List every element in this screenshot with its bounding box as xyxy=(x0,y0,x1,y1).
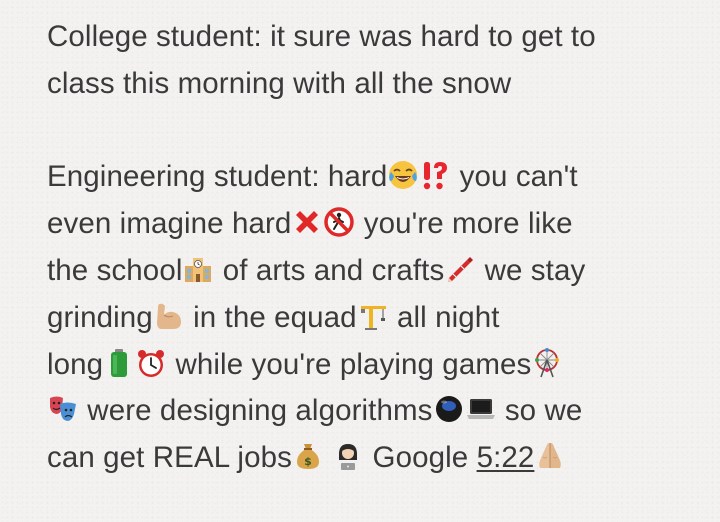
note-text-segment: Google xyxy=(372,441,469,475)
cross-mark-icon xyxy=(291,206,323,238)
note-line: College student: it sure was hard to get… xyxy=(47,14,687,61)
note-text-segment: class this morning with all the snow xyxy=(47,66,512,100)
battery-icon xyxy=(103,347,135,379)
time-link[interactable]: 5:22 xyxy=(477,441,535,474)
note-text-segment: in the equad xyxy=(193,300,357,334)
note-text-segment: long xyxy=(47,347,104,381)
note-text-segment: grinding xyxy=(47,300,153,334)
exclamation-question-icon xyxy=(419,159,451,191)
crayon-icon xyxy=(444,253,476,285)
flexed-biceps-icon xyxy=(153,300,185,332)
note-text-segment: College student: it sure was hard to get… xyxy=(47,20,596,53)
performing-arts-icon xyxy=(47,393,79,425)
note-text-segment: so we xyxy=(504,394,583,428)
note-text-segment: can get REAL jobs xyxy=(47,441,292,475)
magic-8-ball-icon xyxy=(433,393,465,425)
note-text-segment: you can't xyxy=(459,160,578,194)
money-bag-icon: $ xyxy=(292,440,324,472)
note-line: can get REAL jobs $ Google 5:22 xyxy=(47,435,687,482)
note-line: class this morning with all the snow xyxy=(47,61,687,108)
folded-hands-icon xyxy=(534,440,566,472)
note-text-segment: were designing algorithms xyxy=(87,394,433,428)
note-text-segment: even imagine hard xyxy=(47,207,292,241)
note-text-segment: of arts and crafts xyxy=(222,253,445,287)
note-line: Engineering student: hard you can't xyxy=(47,154,687,201)
note-text-segment: we stay xyxy=(484,253,586,287)
no-pedestrians-icon xyxy=(323,206,355,238)
crane-icon xyxy=(357,300,389,332)
note-text: College student: it sure was hard to get… xyxy=(47,14,687,482)
note-text-segment: the school xyxy=(47,253,183,287)
face-with-tears-of-joy-icon xyxy=(387,159,419,191)
note-line: the school of arts and crafts we stay xyxy=(47,248,687,295)
note-line: were designing algorithms so we xyxy=(47,388,687,435)
note-line: even imagine hard you're more like xyxy=(47,201,687,248)
note-text-segment: all night xyxy=(396,300,500,334)
note-text-segment: while you're playing games xyxy=(175,347,532,381)
school-icon xyxy=(182,253,214,285)
laptop-icon xyxy=(465,393,497,425)
note-text-segment: you're more like xyxy=(363,207,573,241)
ferris-wheel-icon xyxy=(531,347,563,379)
note-line: grinding in the equad all night xyxy=(47,295,687,342)
note-text-segment: Engineering student: hard xyxy=(47,160,388,194)
note-line: long while you're playing games xyxy=(47,342,687,389)
alarm-clock-icon xyxy=(135,347,167,379)
svg-text:$: $ xyxy=(304,455,312,468)
technologist-icon xyxy=(332,440,364,472)
